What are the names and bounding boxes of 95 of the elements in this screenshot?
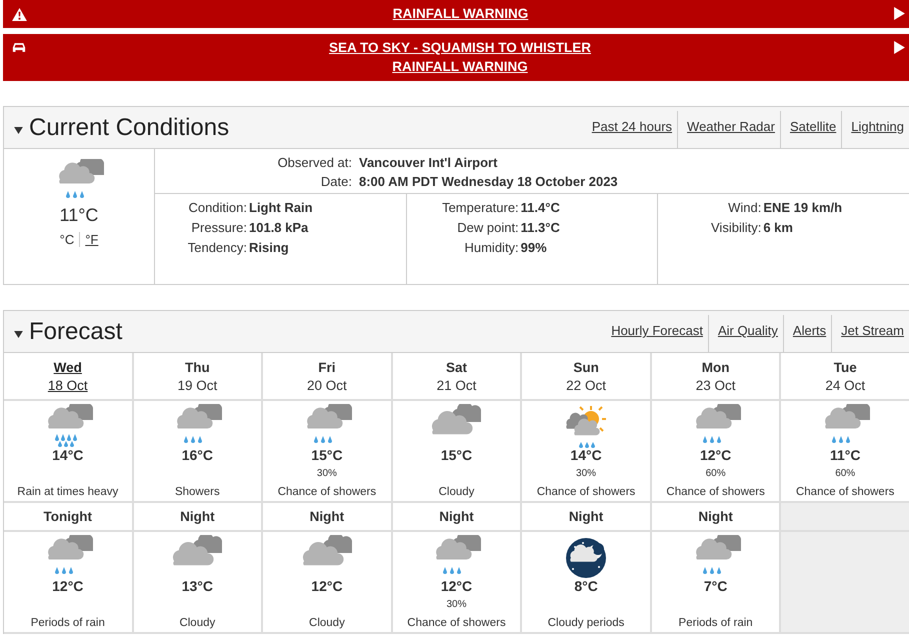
- header-link[interactable]: Jet Stream: [831, 315, 909, 352]
- field-value: 11.4°C: [520, 200, 561, 215]
- day-date[interactable]: 23 Oct: [696, 378, 736, 392]
- temperature: 14°C: [52, 447, 84, 463]
- field-value: Vancouver Int'l Airport: [359, 155, 498, 170]
- night-label: Night: [310, 509, 344, 524]
- field-label: Tendency:: [186, 240, 247, 255]
- temperature: 8°C: [574, 578, 598, 594]
- day-name[interactable]: Fri: [318, 360, 336, 374]
- field-value: 8:00 AM PDT Wednesday 18 October 2023: [359, 174, 619, 189]
- unit-toggle[interactable]: °F: [80, 232, 104, 247]
- current-temperature: 11°C: [60, 205, 98, 226]
- forecast-summary: Cloudy: [438, 486, 474, 498]
- precipitation-chance: 60%: [835, 467, 856, 481]
- temperature: 14°C: [570, 447, 602, 463]
- forecast-summary: Chance of showers: [278, 486, 376, 498]
- header-link[interactable]: Air Quality: [708, 315, 783, 352]
- field-label: Observed at:: [276, 155, 352, 170]
- alert-link[interactable]: RAINFALL WARNING: [392, 6, 528, 22]
- alert-link[interactable]: SEA TO SKY - SQUAMISH TO WHISTLER: [328, 40, 592, 56]
- section-title: Forecast: [29, 318, 122, 346]
- night-label: Night: [568, 509, 604, 524]
- forecast-summary: Cloudy: [309, 617, 345, 629]
- field-label: Wind:: [727, 200, 762, 215]
- header-link[interactable]: Past 24 hours: [582, 111, 678, 148]
- temperature: 13°C: [182, 578, 213, 594]
- temperature: 7°C: [704, 578, 728, 594]
- temperature: 12°C: [52, 578, 84, 594]
- header-link[interactable]: Lightning: [841, 111, 909, 148]
- field-value: ENE 19 km/h: [763, 200, 844, 215]
- forecast-summary: Rain at times heavy: [17, 486, 118, 498]
- day-name[interactable]: Tue: [834, 360, 857, 374]
- temperature: 12°C: [700, 447, 732, 463]
- forecast-summary: Periods of rain: [678, 617, 753, 629]
- day-name[interactable]: Mon: [702, 360, 730, 374]
- alert-banner[interactable]: RAINFALL WARNING: [3, 0, 909, 28]
- field-label: Temperature:: [441, 200, 519, 215]
- forecast-summary: Chance of showers: [536, 486, 636, 498]
- field-value: Rising: [249, 240, 290, 255]
- field-label: Pressure:: [190, 220, 247, 235]
- day-name[interactable]: Wed: [54, 360, 82, 374]
- day-date[interactable]: 22 Oct: [566, 378, 606, 392]
- header-link[interactable]: Weather Radar: [677, 111, 780, 148]
- night-label: Night: [698, 509, 733, 524]
- header-link[interactable]: Satellite: [780, 111, 842, 148]
- night-label: Night: [439, 509, 474, 524]
- temperature: 11°C: [830, 447, 860, 463]
- section-title: Current Conditions: [29, 114, 230, 142]
- forecast-summary: Cloudy periods: [548, 617, 624, 629]
- car-icon: [12, 42, 26, 53]
- field-label: Humidity:: [463, 240, 519, 255]
- day-name[interactable]: Sat: [446, 360, 467, 374]
- field-label: Date:: [320, 174, 352, 189]
- temperature: 12°C: [311, 578, 343, 594]
- temperature: 16°C: [182, 447, 213, 463]
- field-label: Dew point:: [456, 220, 519, 235]
- temperature: 15°C: [440, 447, 472, 463]
- caret-icon[interactable]: [14, 127, 23, 134]
- field-value: Light Rain: [249, 200, 314, 215]
- field-value: 11.3°C: [520, 220, 561, 235]
- day-date[interactable]: 24 Oct: [825, 378, 866, 392]
- unit-toggle[interactable]: °C: [54, 232, 80, 247]
- day-date[interactable]: 21 Oct: [436, 378, 476, 392]
- play-icon[interactable]: [894, 7, 905, 20]
- forecast-summary: Cloudy: [179, 617, 216, 629]
- alert-banner[interactable]: SEA TO SKY - SQUAMISH TO WHISTLER RAINFALL WARNING: [3, 34, 909, 81]
- field-value: 6 km: [763, 220, 794, 235]
- day-name[interactable]: Sun: [573, 360, 599, 374]
- field-label: Visibility:: [710, 220, 762, 235]
- warning-icon: [12, 8, 27, 21]
- forecast-summary: Periods of rain: [30, 617, 105, 629]
- forecast-summary: Chance of showers: [666, 486, 765, 498]
- field-value: 101.8 kPa: [249, 220, 310, 235]
- precipitation-chance: 60%: [706, 467, 726, 481]
- temperature: 12°C: [440, 578, 472, 594]
- day-date[interactable]: 19 Oct: [177, 378, 218, 392]
- precipitation-chance: 30%: [316, 467, 337, 481]
- header-link[interactable]: Hourly Forecast: [602, 315, 708, 352]
- play-icon[interactable]: [894, 41, 905, 54]
- precipitation-chance: 30%: [446, 598, 466, 612]
- alert-link[interactable]: RAINFALL WARNING: [392, 59, 528, 75]
- night-label: Tonight: [44, 509, 92, 524]
- field-value: 99%: [520, 240, 548, 255]
- day-name[interactable]: Thu: [184, 360, 210, 374]
- night-label: Night: [180, 509, 215, 524]
- forecast-summary: Chance of showers: [407, 617, 506, 629]
- caret-icon[interactable]: [14, 331, 23, 338]
- forecast-summary: Chance of showers: [796, 486, 894, 498]
- day-date[interactable]: 20 Oct: [307, 378, 347, 392]
- field-label: Condition:: [187, 200, 247, 215]
- day-date[interactable]: 18 Oct: [48, 378, 88, 392]
- header-link[interactable]: Alerts: [782, 315, 832, 352]
- precipitation-chance: 30%: [576, 467, 596, 481]
- temperature: 15°C: [311, 447, 343, 463]
- forecast-summary: Showers: [174, 486, 220, 498]
